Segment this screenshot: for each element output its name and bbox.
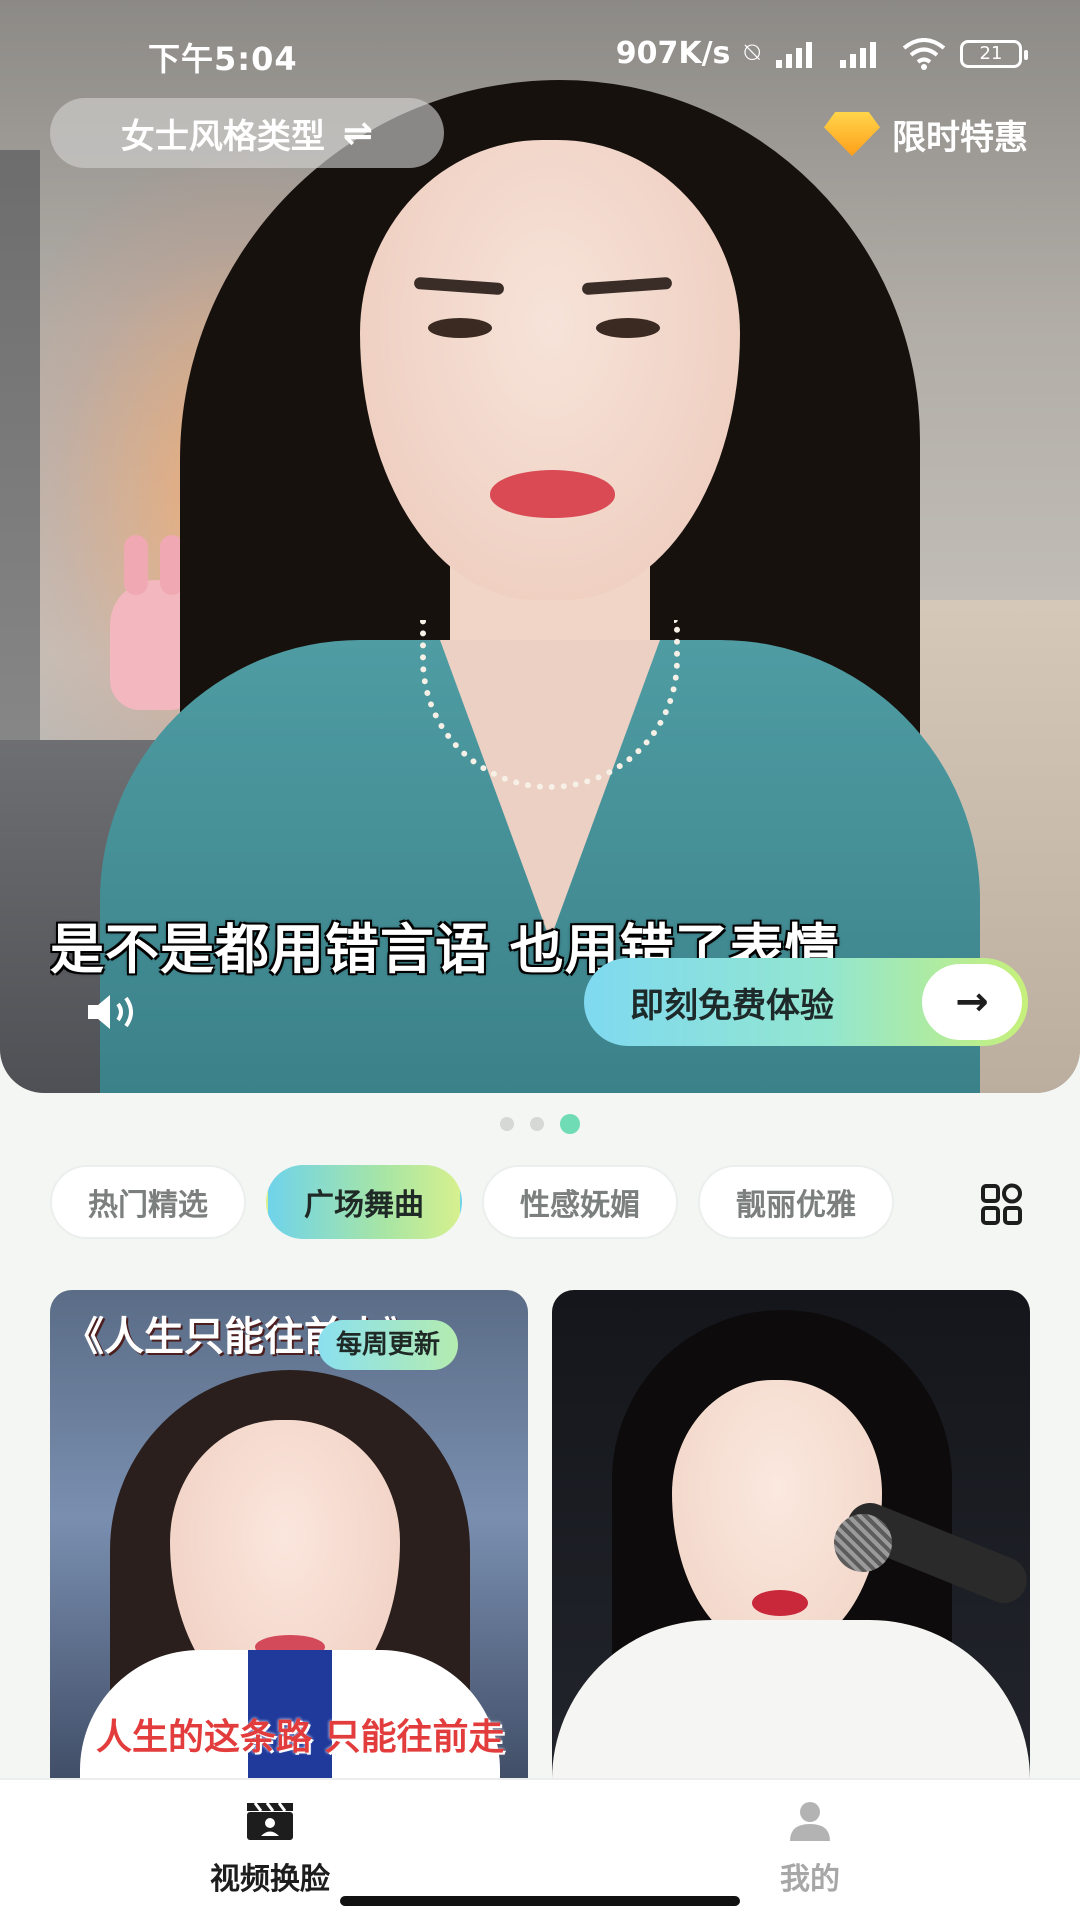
diamond-icon	[824, 112, 880, 156]
free-trial-button[interactable]: 即刻免费体验 →	[584, 958, 1028, 1046]
tab-hot-picks[interactable]: 热门精选	[50, 1165, 246, 1239]
carousel-dot[interactable]	[500, 1117, 514, 1131]
weekly-update-badge: 每周更新	[318, 1320, 459, 1370]
promo-label: 限时特惠	[892, 117, 1028, 158]
swap-icon: ⇌	[342, 112, 374, 154]
right-eye	[596, 318, 660, 338]
carousel-dot-active[interactable]	[560, 1114, 580, 1134]
video-card[interactable]	[552, 1290, 1030, 1795]
tab-square-dance[interactable]: 广场舞曲	[266, 1165, 462, 1239]
battery-icon: 21	[960, 39, 1028, 68]
signal-icon	[776, 41, 812, 68]
free-trial-label: 即刻免费体验	[630, 985, 834, 1026]
microphone-head	[834, 1514, 892, 1572]
carousel-dot[interactable]	[530, 1117, 544, 1131]
volume-icon[interactable]	[86, 992, 138, 1032]
left-eye	[428, 318, 492, 338]
home-indicator[interactable]	[340, 1896, 740, 1906]
category-grid-icon[interactable]	[980, 1183, 1024, 1227]
style-type-selector[interactable]: 女士风格类型 ⇌	[50, 98, 444, 168]
mute-icon: ⍉	[744, 38, 760, 68]
status-time: 下午5:04	[148, 40, 298, 78]
card-caption: 人生的这条路 只能往前走	[96, 1717, 505, 1758]
category-tabs: 热门精选 广场舞曲 性感妩媚 靓丽优雅	[50, 1165, 930, 1241]
user-icon	[790, 1802, 830, 1841]
signal-icon-2	[840, 41, 876, 68]
wifi-icon	[902, 37, 946, 70]
tab-pretty-elegant[interactable]: 靓丽优雅	[698, 1165, 894, 1239]
card-sweater	[552, 1620, 1030, 1795]
nav-video-faceswap[interactable]: 视频换脸	[140, 1800, 400, 1898]
network-speed: 907K/s	[615, 36, 731, 71]
room-wall	[0, 150, 40, 830]
card-lips	[752, 1590, 808, 1616]
tab-sexy-charming[interactable]: 性感妩媚	[482, 1165, 678, 1239]
nav-video-faceswap-label: 视频换脸	[210, 1862, 330, 1897]
nav-mine-label: 我的	[780, 1862, 840, 1897]
status-indicators: 907K/s ⍉ 21	[615, 36, 1028, 71]
clapperboard-icon	[247, 1802, 293, 1840]
video-card[interactable]: 《人生只能往前走》 每周更新 人生的这条路 只能往前走	[50, 1290, 528, 1795]
carousel-indicator	[0, 1114, 1080, 1134]
lips	[490, 470, 615, 518]
style-type-label: 女士风格类型	[120, 116, 325, 157]
nav-mine[interactable]: 我的	[680, 1800, 940, 1898]
promo-button[interactable]: 限时特惠	[824, 104, 1028, 164]
status-bar: 下午5:04 907K/s ⍉ 21	[0, 30, 1080, 80]
arrow-right-icon: →	[922, 964, 1022, 1040]
